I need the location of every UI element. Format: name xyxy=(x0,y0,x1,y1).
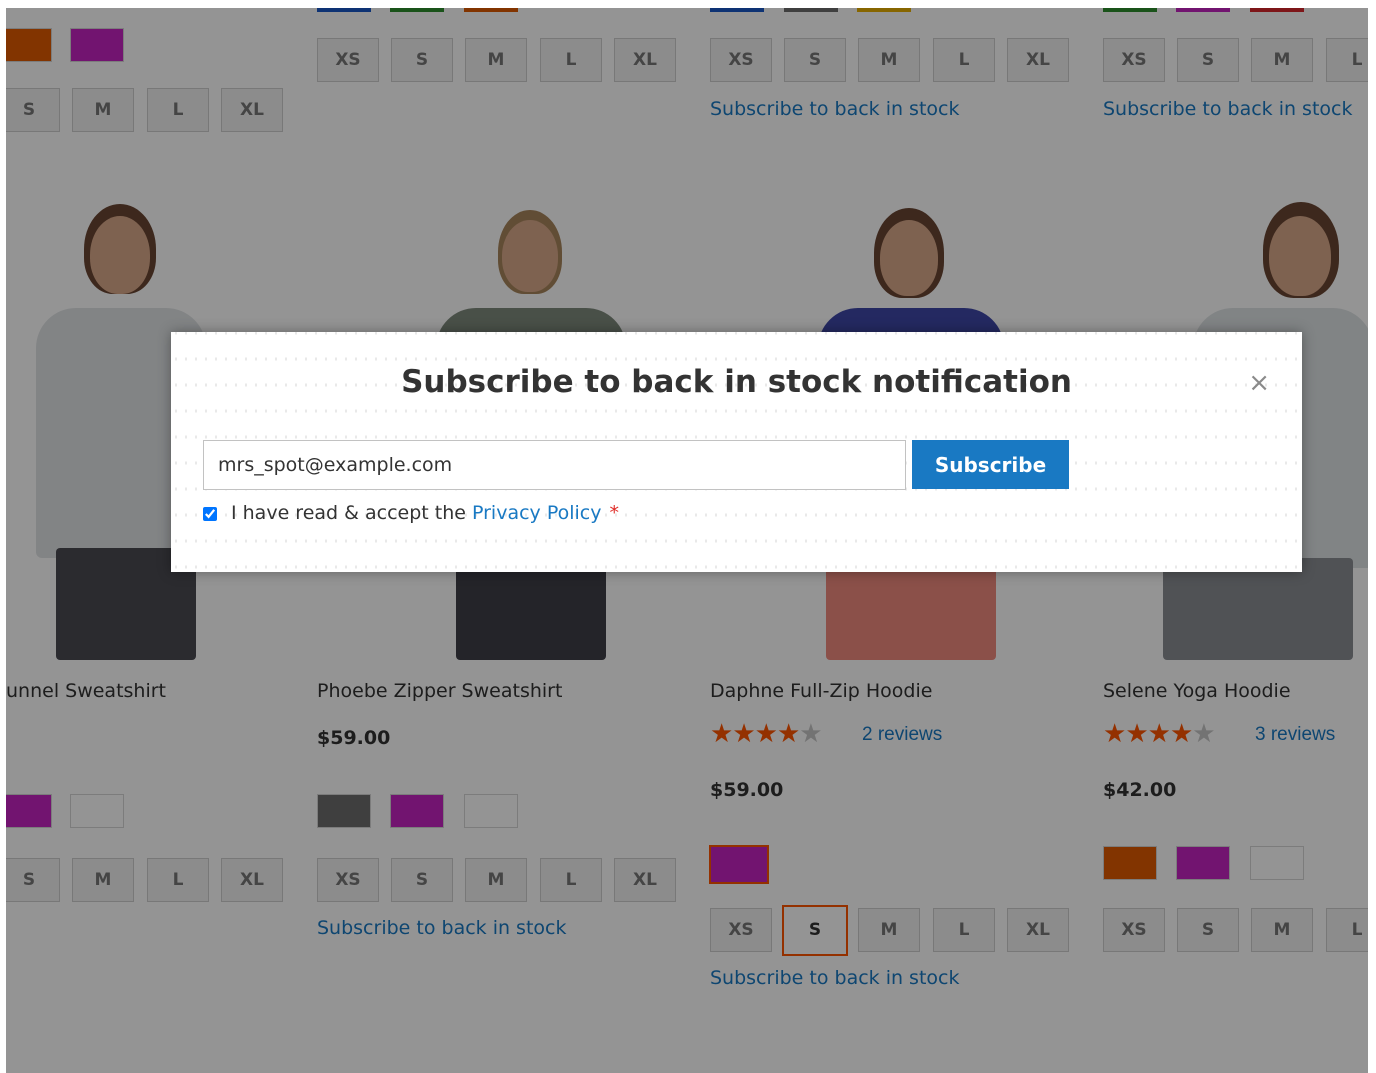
subscribe-modal: Subscribe to back in stock notification … xyxy=(171,332,1302,572)
modal-title: Subscribe to back in stock notification xyxy=(401,364,1072,400)
privacy-consent: I have read & accept the Privacy Policy * xyxy=(203,502,619,524)
privacy-checkbox[interactable] xyxy=(203,506,217,521)
subscribe-button[interactable]: Subscribe xyxy=(912,440,1069,489)
privacy-policy-link[interactable]: Privacy Policy xyxy=(472,502,601,524)
close-icon[interactable]: × xyxy=(1248,370,1270,396)
consent-text: I have read & accept the xyxy=(231,502,472,524)
email-field[interactable] xyxy=(203,440,906,490)
required-mark: * xyxy=(609,502,619,524)
